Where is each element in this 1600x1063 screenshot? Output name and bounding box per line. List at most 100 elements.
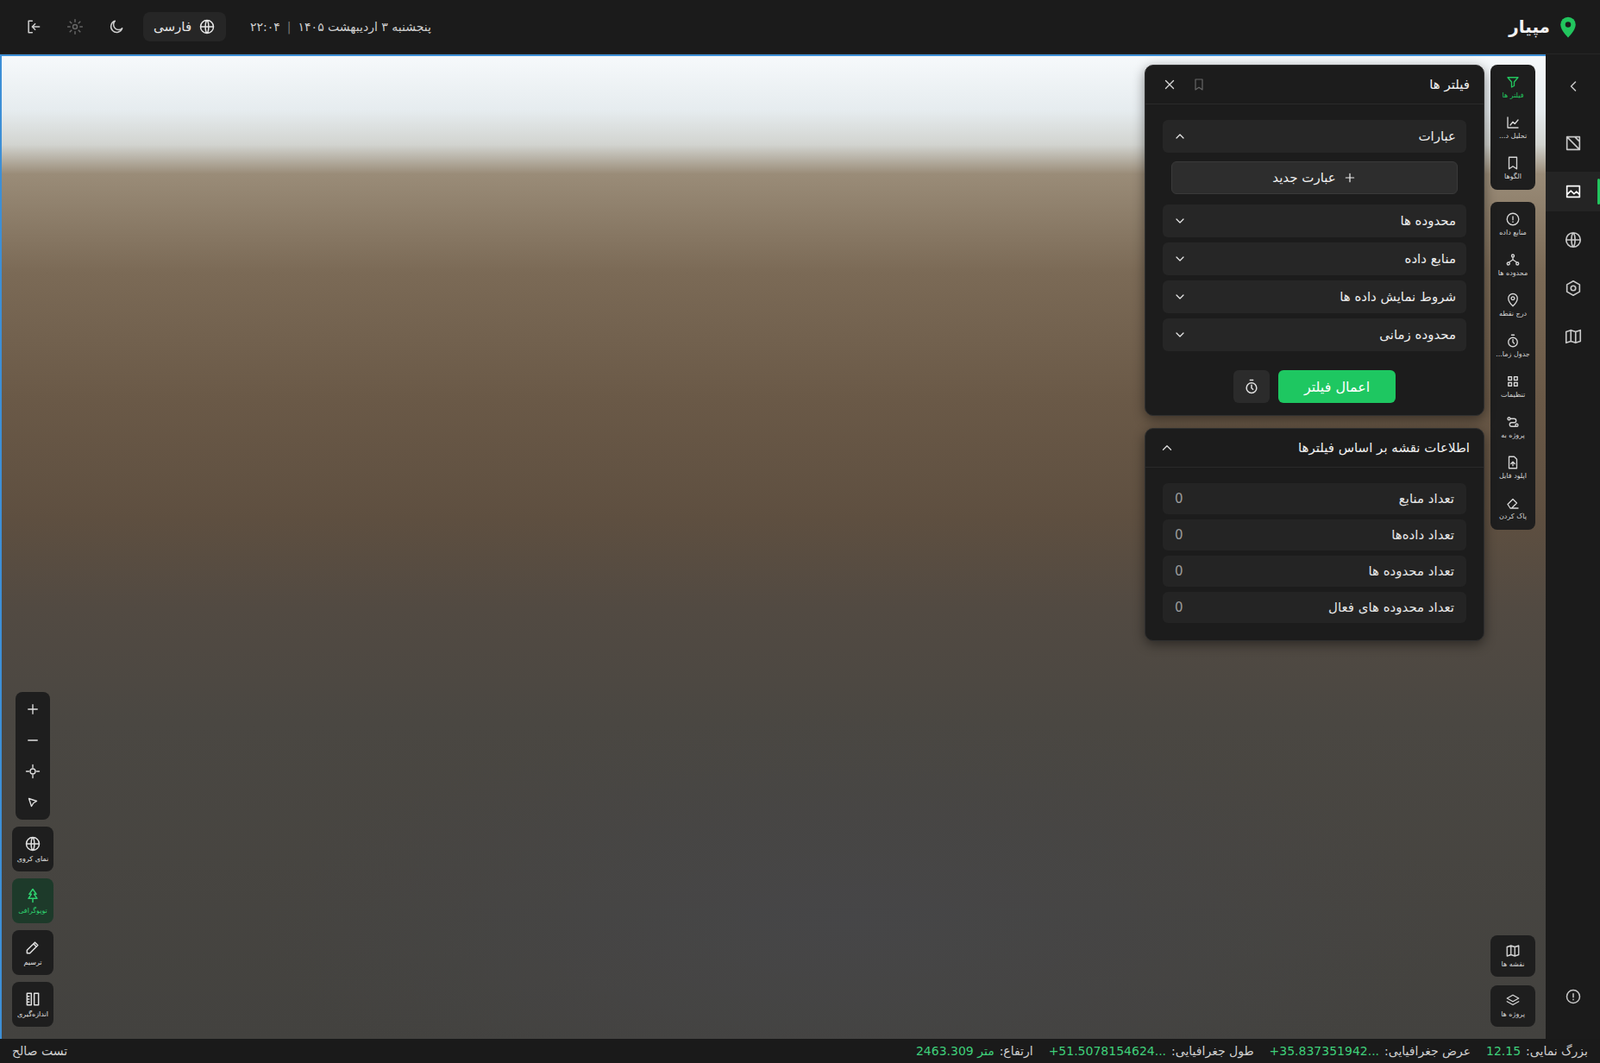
logo-text: مپیار bbox=[1508, 16, 1550, 38]
side-rail bbox=[1545, 54, 1600, 1039]
filter-section: منابع داده bbox=[1162, 242, 1467, 276]
section-header[interactable]: محدوده ها bbox=[1162, 204, 1467, 238]
tool-label: پروژه ها bbox=[1500, 1010, 1525, 1019]
tree-icon bbox=[24, 886, 42, 904]
tool-item[interactable]: اپلود فایل bbox=[1490, 446, 1536, 488]
logo[interactable]: مپیار bbox=[1508, 13, 1582, 40]
status-value: 2463.309 متر bbox=[916, 1043, 995, 1058]
map-view[interactable]: فیلتر ها تحلیل د... الگوها منابع داده مح… bbox=[0, 54, 1546, 1039]
apply-filter-button[interactable]: اعمال فیلتر bbox=[1278, 370, 1396, 403]
globe-icon bbox=[24, 834, 42, 853]
tool-label: درج نقطه bbox=[1499, 310, 1527, 319]
map-control-button[interactable] bbox=[15, 693, 51, 725]
nav-icon bbox=[25, 794, 41, 810]
map-icon bbox=[1505, 942, 1521, 959]
section-label: محدوده زمانی bbox=[1379, 326, 1456, 343]
tool-label: فیلتر ها bbox=[1502, 92, 1525, 101]
bottom-tools: نقشه ها پروژه ها bbox=[1490, 934, 1536, 1027]
map-control-button[interactable] bbox=[15, 755, 51, 787]
tool-item[interactable]: جدول زما... bbox=[1490, 325, 1536, 366]
section-label: عبارات bbox=[1418, 128, 1456, 145]
status-label: طول جغرافیایی: bbox=[1171, 1043, 1254, 1058]
panel-title: فیلتر ها bbox=[1429, 76, 1470, 93]
tool-item[interactable]: محدوده ها bbox=[1490, 244, 1536, 285]
tool-item[interactable]: منابع داده bbox=[1490, 203, 1536, 245]
status-item: طول جغرافیایی: +51.5078154624... bbox=[1048, 1043, 1255, 1058]
info-value: 0 bbox=[1174, 490, 1184, 507]
tool-item[interactable]: تنظیمات bbox=[1490, 365, 1536, 407]
image-icon bbox=[1563, 181, 1583, 201]
panel-header[interactable]: اطلاعات نقشه بر اساس فیلترها bbox=[1145, 428, 1484, 468]
collapse-button[interactable] bbox=[1545, 66, 1600, 107]
layer-button[interactable]: توپوگرافی bbox=[12, 878, 54, 923]
rail-item[interactable] bbox=[1545, 316, 1600, 357]
section-header[interactable]: شروط نمایش داده ها bbox=[1162, 280, 1467, 314]
date-time: پنجشنبه ۳ اردیبهشت ۱۴۰۵ | ۲۲:۰۴ bbox=[250, 19, 432, 34]
main: فیلتر ها تحلیل د... الگوها منابع داده مح… bbox=[0, 54, 1600, 1039]
filter-section: محدوده زمانی bbox=[1162, 318, 1467, 352]
tool-label: پروژه به bbox=[1500, 432, 1525, 440]
locate-icon bbox=[25, 763, 41, 779]
layer-button[interactable]: نمای کروی bbox=[12, 826, 54, 872]
filter-sections: عبارات عبارت جدید محدوده ها منابع داده شر… bbox=[1145, 104, 1484, 415]
logout-button[interactable] bbox=[18, 12, 49, 42]
tool-item[interactable]: الگوها bbox=[1490, 147, 1536, 189]
tool-item[interactable]: تحلیل د... bbox=[1490, 106, 1536, 148]
zoom-controls bbox=[15, 691, 51, 820]
map-control-button[interactable] bbox=[15, 786, 51, 818]
tool-item[interactable]: پروژه ها bbox=[1490, 985, 1536, 1027]
close-button[interactable] bbox=[1159, 74, 1180, 95]
language-button[interactable]: فارسی bbox=[143, 12, 226, 42]
tool-label: پاک کردن bbox=[1499, 513, 1527, 521]
tool-item[interactable]: درج نقطه bbox=[1490, 284, 1536, 326]
info-label: تعداد محدوده ها bbox=[1367, 563, 1455, 579]
info-row: تعداد داده‌ها 0 bbox=[1162, 519, 1467, 551]
status-label: بزرگ نمایی: bbox=[1525, 1043, 1588, 1058]
info-button[interactable] bbox=[1545, 976, 1600, 1017]
draw-icon bbox=[24, 938, 42, 956]
settings-button[interactable] bbox=[60, 12, 90, 42]
map-control-button[interactable] bbox=[15, 724, 51, 756]
new-phrase-label: عبارت جدید bbox=[1272, 169, 1336, 186]
tool-item[interactable]: پروژه به bbox=[1490, 406, 1536, 447]
tool-item[interactable]: پاک کردن bbox=[1490, 487, 1536, 528]
rail-item[interactable] bbox=[1545, 268, 1600, 308]
info-row: تعداد محدوده های فعال 0 bbox=[1162, 591, 1467, 623]
info-row: تعداد محدوده ها 0 bbox=[1162, 555, 1467, 587]
upload-icon bbox=[1505, 454, 1521, 471]
tool-column: فیلتر ها تحلیل د... الگوها منابع داده مح… bbox=[1490, 64, 1536, 530]
tool-label: جدول زما... bbox=[1495, 351, 1531, 359]
rail-item[interactable] bbox=[1545, 219, 1600, 260]
timer-icon bbox=[1505, 332, 1521, 349]
status-value: 12.15 bbox=[1486, 1043, 1521, 1058]
tool-label: اپلود فایل bbox=[1499, 472, 1527, 481]
info-row: تعداد منابع 0 bbox=[1162, 483, 1467, 515]
down-icon bbox=[1173, 327, 1187, 342]
status-label: عرض جغرافیایی: bbox=[1384, 1043, 1471, 1058]
filter-panel: فیلتر ها عبارات عبارت جدید محدوده ها مناب… bbox=[1144, 64, 1485, 416]
eraser-icon bbox=[1505, 495, 1521, 511]
app: مپیار پنجشنبه ۳ اردیبهشت ۱۴۰۵ | ۲۲:۰۴ فا… bbox=[0, 0, 1600, 1063]
logout-icon bbox=[25, 18, 43, 36]
timer-button[interactable] bbox=[1233, 370, 1270, 403]
status-bar: بزرگ نمایی: 12.15عرض جغرافیایی: +35.8373… bbox=[0, 1038, 1600, 1063]
panels: فیلتر ها عبارات عبارت جدید محدوده ها مناب… bbox=[1144, 64, 1485, 641]
section-header[interactable]: محدوده زمانی bbox=[1162, 318, 1467, 352]
bookmark-button[interactable] bbox=[1188, 74, 1210, 95]
new-phrase-button[interactable]: عبارت جدید bbox=[1171, 161, 1458, 195]
timer-icon bbox=[1242, 377, 1261, 396]
rail-item[interactable] bbox=[1545, 123, 1600, 164]
rail-item[interactable] bbox=[1545, 171, 1600, 212]
minus-icon bbox=[25, 732, 41, 748]
tool-item[interactable]: فیلتر ها bbox=[1490, 66, 1536, 107]
theme-button[interactable] bbox=[101, 12, 132, 42]
alert-icon bbox=[1505, 211, 1521, 227]
section-header[interactable]: منابع داده bbox=[1162, 242, 1467, 276]
section-header[interactable]: عبارات bbox=[1162, 119, 1467, 153]
up-icon bbox=[1159, 439, 1175, 456]
top-bar: مپیار پنجشنبه ۳ اردیبهشت ۱۴۰۵ | ۲۲:۰۴ فا… bbox=[0, 0, 1600, 55]
layer-button[interactable]: ترسیم bbox=[12, 929, 54, 975]
tool-item[interactable]: نقشه ها bbox=[1490, 934, 1536, 977]
tool-label: محدوده ها bbox=[1498, 269, 1528, 278]
layer-button[interactable]: اندازه‌گیری bbox=[12, 981, 54, 1027]
